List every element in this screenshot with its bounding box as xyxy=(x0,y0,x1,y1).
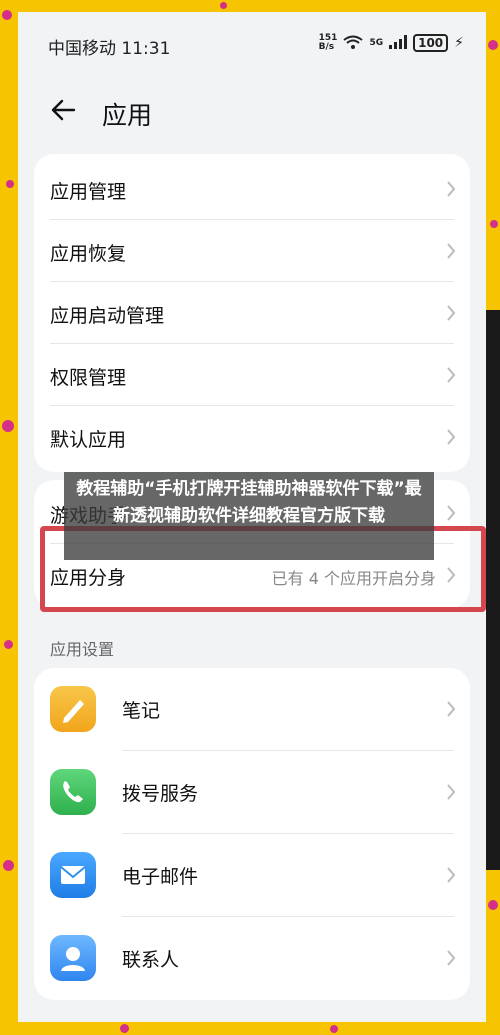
back-arrow-icon[interactable] xyxy=(48,94,80,126)
menu-item-app-management[interactable]: 应用管理 xyxy=(34,158,470,220)
overlay-caption: 教程辅助“手机打牌开挂辅助神器软件下载”最新透视辅助软件详细教程官方版下载 xyxy=(64,472,434,560)
status-bar: 中国移动 11:31 151 B/s 5G 100 ⚡ xyxy=(18,12,486,76)
wifi-icon xyxy=(343,35,364,52)
phone-icon xyxy=(50,769,96,815)
chevron-right-icon xyxy=(447,950,456,966)
chevron-right-icon xyxy=(447,784,456,800)
chevron-right-icon xyxy=(447,867,456,883)
battery-indicator: 100 xyxy=(413,34,449,52)
app-item-dialer[interactable]: 拨号服务 xyxy=(34,751,470,834)
mail-icon xyxy=(50,852,96,898)
chevron-right-icon xyxy=(447,505,456,521)
app-item-contacts[interactable]: 联系人 xyxy=(34,917,470,1000)
notes-icon xyxy=(50,686,96,732)
chevron-right-icon xyxy=(447,181,456,197)
app-settings-card: 笔记 拨号服务 电子邮件 联系人 xyxy=(34,668,470,1000)
charging-icon: ⚡ xyxy=(454,35,464,51)
signal-label: 5G xyxy=(369,38,384,48)
chevron-right-icon xyxy=(447,429,456,445)
menu-item-default-apps[interactable]: 默认应用 xyxy=(34,406,470,468)
signal-icon xyxy=(389,34,408,52)
contacts-icon xyxy=(50,935,96,981)
app-item-email[interactable]: 电子邮件 xyxy=(34,834,470,917)
settings-card-main: 应用管理 应用恢复 应用启动管理 权限管理 默认应用 xyxy=(34,154,470,472)
carrier-time: 中国移动 11:31 xyxy=(48,39,171,59)
chevron-right-icon xyxy=(447,243,456,259)
section-title-app-settings: 应用设置 xyxy=(50,640,115,659)
menu-item-app-launch[interactable]: 应用启动管理 xyxy=(34,282,470,344)
chevron-right-icon xyxy=(447,701,456,717)
menu-item-app-restore[interactable]: 应用恢复 xyxy=(34,220,470,282)
net-speed: 151 B/s xyxy=(318,33,338,52)
menu-item-permissions[interactable]: 权限管理 xyxy=(34,344,470,406)
chevron-right-icon xyxy=(447,305,456,321)
app-item-notes[interactable]: 笔记 xyxy=(34,668,470,751)
page-title: 应用 xyxy=(102,101,153,130)
chevron-right-icon xyxy=(447,367,456,383)
title-bar: 应用 xyxy=(18,82,486,142)
